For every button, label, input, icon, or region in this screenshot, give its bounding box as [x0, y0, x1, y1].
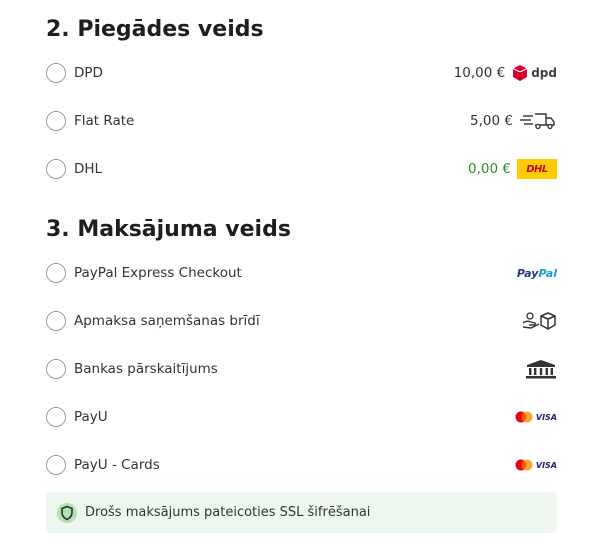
cash-on-delivery-icon	[521, 311, 557, 331]
radio-button[interactable]	[46, 159, 66, 179]
mastercard-visa-logo: VISA	[515, 459, 557, 471]
payment-section-title: 3. Maksājuma veids	[46, 217, 291, 242]
delivery-truck-icon	[519, 112, 557, 130]
option-label: PayU - Cards	[74, 457, 160, 473]
dpd-logo: dpd	[511, 64, 557, 82]
payment-option-payu-cards[interactable]: PayU - Cards VISA	[46, 451, 557, 479]
radio-button[interactable]	[46, 455, 66, 475]
option-label: PayPal Express Checkout	[74, 265, 242, 281]
option-label: Bankas pārskaitījums	[74, 361, 218, 377]
ssl-notice-text: Drošs maksājums pateicoties SSL šifrēšan…	[85, 505, 371, 520]
shield-icon	[57, 502, 77, 523]
shipping-section-title: 2. Piegādes veids	[46, 17, 264, 42]
bank-icon	[525, 359, 557, 379]
paypal-logo: PayPal	[516, 266, 557, 280]
shipping-option-flat-rate[interactable]: Flat Rate 5,00 €	[46, 107, 557, 135]
mastercard-visa-logo: VISA	[515, 411, 557, 423]
radio-button[interactable]	[46, 407, 66, 427]
shipping-option-dpd[interactable]: DPD 10,00 € dpd	[46, 59, 557, 87]
radio-button[interactable]	[46, 359, 66, 379]
radio-button[interactable]	[46, 311, 66, 331]
dhl-logo: DHL	[517, 159, 557, 179]
payment-option-bank-transfer[interactable]: Bankas pārskaitījums	[46, 355, 557, 383]
payment-option-paypal[interactable]: PayPal Express Checkout PayPal	[46, 259, 557, 287]
option-label: Flat Rate	[74, 113, 135, 129]
option-label: PayU	[74, 409, 108, 425]
option-label: DPD	[74, 65, 103, 81]
option-label: Apmaksa saņemšanas brīdī	[74, 313, 260, 329]
payment-option-payu[interactable]: PayU VISA	[46, 403, 557, 431]
radio-button[interactable]	[46, 263, 66, 283]
radio-button[interactable]	[46, 63, 66, 83]
ssl-notice: Drošs maksājums pateicoties SSL šifrēšan…	[46, 492, 557, 533]
radio-button[interactable]	[46, 111, 66, 131]
price: 10,00 €	[453, 65, 506, 81]
price: 0,00 €	[468, 161, 511, 177]
shipping-option-dhl[interactable]: DHL 0,00 € DHL	[46, 155, 557, 183]
payment-option-cash-on-delivery[interactable]: Apmaksa saņemšanas brīdī	[46, 307, 557, 335]
option-label: DHL	[74, 161, 103, 177]
price: 5,00 €	[470, 113, 513, 129]
